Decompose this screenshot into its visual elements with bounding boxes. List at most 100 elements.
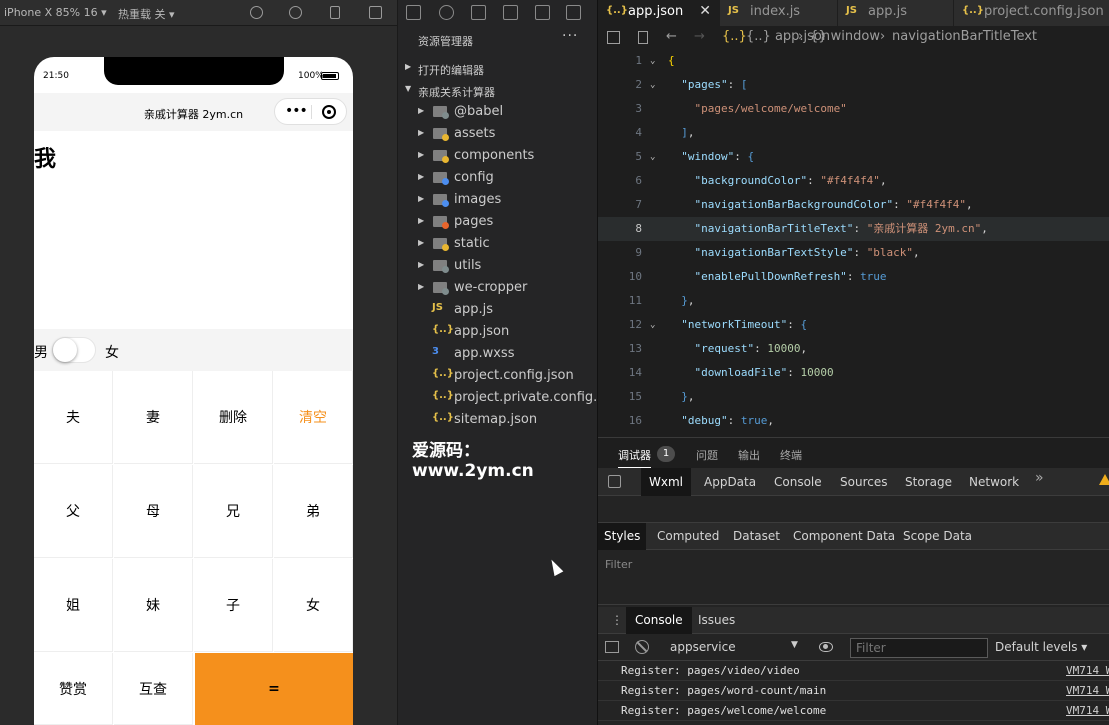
key-father[interactable]: 父 — [34, 465, 113, 558]
device-select[interactable]: iPhone X 85% 16 ▾ — [4, 6, 107, 19]
code-line[interactable]: 16 "debug": true, — [598, 409, 1109, 433]
more-tabs-icon[interactable]: » — [1035, 470, 1044, 486]
tab-dataset[interactable]: Dataset — [727, 523, 786, 550]
chevron-down-icon[interactable]: ▼ — [791, 640, 798, 650]
code-line[interactable]: 3 "pages/welcome/welcome" — [598, 97, 1109, 121]
close-icon[interactable]: ✕ — [699, 3, 711, 19]
docker-icon[interactable] — [566, 5, 581, 20]
key-daughter[interactable]: 女 — [274, 559, 353, 652]
tab-styles[interactable]: Styles — [598, 523, 647, 550]
breadcrumb-field[interactable]: navigationBarTitleText — [892, 29, 1037, 44]
tree-file[interactable]: {..} sitemap.json — [398, 409, 598, 431]
search-icon[interactable] — [439, 5, 454, 20]
code-line[interactable]: 1 ⌄ { — [598, 49, 1109, 73]
tab-issues[interactable]: Issues — [689, 607, 744, 634]
tab-console-drawer[interactable]: Console — [626, 607, 692, 634]
forward-arrow-icon[interactable]: → — [694, 29, 705, 44]
window-icon[interactable] — [369, 6, 382, 19]
code-line[interactable]: 4 ], — [598, 121, 1109, 145]
key-elder-brother[interactable]: 兄 — [194, 465, 273, 558]
tree-folder[interactable]: ▶ config — [398, 167, 598, 189]
key-husband[interactable]: 夫 — [34, 371, 113, 464]
tab-scope-data[interactable]: Scope Data — [897, 523, 978, 550]
context-select[interactable]: appservice — [670, 640, 736, 654]
log-source-link[interactable]: VM714 W — [1066, 701, 1109, 721]
key-mother[interactable]: 母 — [114, 465, 193, 558]
fold-chevron-icon[interactable]: ⌄ — [650, 145, 655, 169]
sidebar-toggle-icon[interactable] — [605, 641, 619, 653]
tree-folder[interactable]: ▶ we-cropper — [398, 277, 598, 299]
explorer-more-icon[interactable]: ··· — [562, 28, 578, 44]
key-delete[interactable]: 删除 — [194, 371, 273, 464]
editor-tab[interactable]: JS app.js — [838, 0, 954, 26]
refresh-icon[interactable] — [250, 6, 263, 19]
tab-output[interactable]: 输出 — [738, 447, 760, 463]
key-reward[interactable]: 赞赏 — [34, 653, 113, 725]
warning-icon[interactable] — [1099, 474, 1109, 485]
tree-folder[interactable]: ▶ @babel — [398, 101, 598, 123]
editor-tab[interactable]: {..} project.config.json — [954, 0, 1109, 26]
key-wife[interactable]: 妻 — [114, 371, 193, 464]
fold-chevron-icon[interactable]: ⌄ — [650, 49, 655, 73]
log-levels-select[interactable]: Default levels ▾ — [995, 640, 1087, 654]
drawer-menu-icon[interactable]: ⋮ — [611, 613, 623, 627]
code-area[interactable]: 1 ⌄{2 ⌄ "pages": [3 "pages/welcome/welcome… — [598, 49, 1109, 437]
more-icon[interactable]: ••• — [285, 103, 308, 119]
code-line[interactable]: 12 ⌄ "networkTimeout": { — [598, 313, 1109, 337]
stop-icon[interactable] — [289, 6, 302, 19]
preview-icon[interactable] — [535, 5, 550, 20]
key-clear[interactable]: 清空 — [274, 371, 353, 464]
tree-folder[interactable]: ▶ utils — [398, 255, 598, 277]
extensions-icon[interactable] — [503, 5, 518, 20]
tab-terminal[interactable]: 终端 — [780, 447, 802, 463]
tab-debugger[interactable]: 调试器 — [618, 447, 651, 468]
tree-file[interactable]: JS app.js — [398, 299, 598, 321]
tree-file[interactable]: {..} project.config.json — [398, 365, 598, 387]
console-filter-input[interactable] — [850, 638, 988, 658]
log-source-link[interactable]: VM714 W — [1066, 681, 1109, 701]
key-son[interactable]: 子 — [194, 559, 273, 652]
tab-sources[interactable]: Sources — [832, 468, 895, 496]
tab-computed[interactable]: Computed — [651, 523, 725, 550]
tab-component-data[interactable]: Component Data — [787, 523, 901, 550]
inspect-icon[interactable] — [608, 475, 621, 488]
code-line[interactable]: 11 }, — [598, 289, 1109, 313]
tree-folder[interactable]: ▶ static — [398, 233, 598, 255]
code-line[interactable]: 7 "navigationBarBackgroundColor": "#f4f4… — [598, 193, 1109, 217]
editor-tab[interactable]: {..} app.json ✕ — [598, 0, 720, 26]
tree-file[interactable]: {..} project.private.config.js... — [398, 387, 620, 409]
phone-icon[interactable] — [330, 6, 340, 19]
tab-problems[interactable]: 问题 — [696, 447, 718, 463]
tree-folder[interactable]: ▶ components — [398, 145, 598, 167]
tab-appdata[interactable]: AppData — [696, 468, 764, 496]
eye-icon[interactable] — [819, 642, 833, 652]
code-line[interactable]: 8 "navigationBarTitleText": "亲戚计算器 2ym.c… — [598, 217, 1109, 241]
code-line[interactable]: 9 "navigationBarTextStyle": "black", — [598, 241, 1109, 265]
project-section[interactable]: ▼ 亲戚关系计算器 — [398, 79, 598, 101]
key-elder-sister[interactable]: 姐 — [34, 559, 113, 652]
tab-wxml[interactable]: Wxml — [641, 468, 691, 496]
back-arrow-icon[interactable]: ← — [666, 29, 677, 44]
code-line[interactable]: 6 "backgroundColor": "#f4f4f4", — [598, 169, 1109, 193]
tree-file[interactable]: {..} app.json — [398, 321, 598, 343]
key-younger-brother[interactable]: 弟 — [274, 465, 353, 558]
tree-file[interactable]: 3 app.wxss — [398, 343, 598, 365]
files-icon[interactable] — [406, 5, 421, 20]
hot-reload-toggle[interactable]: 热重载 关 ▾ — [118, 6, 175, 22]
source-control-icon[interactable] — [471, 5, 486, 20]
tab-console[interactable]: Console — [766, 468, 830, 496]
close-capsule-icon[interactable] — [322, 105, 336, 119]
tree-folder[interactable]: ▶ assets — [398, 123, 598, 145]
tree-folder[interactable]: ▶ images — [398, 189, 598, 211]
open-editors-section[interactable]: ▶ 打开的编辑器 — [398, 57, 598, 79]
fold-chevron-icon[interactable]: ⌄ — [650, 73, 655, 97]
code-line[interactable]: 14 "downloadFile": 10000 — [598, 361, 1109, 385]
key-cross-check[interactable]: 互查 — [114, 653, 193, 725]
log-source-link[interactable]: VM714 W — [1066, 661, 1109, 681]
code-line[interactable]: 13 "request": 10000, — [598, 337, 1109, 361]
menu-capsule[interactable]: ••• — [274, 98, 347, 125]
fold-chevron-icon[interactable]: ⌄ — [650, 313, 655, 337]
editor-tab[interactable]: JS index.js — [720, 0, 838, 26]
outline-icon[interactable] — [607, 31, 620, 44]
tab-network[interactable]: Network — [961, 468, 1027, 496]
